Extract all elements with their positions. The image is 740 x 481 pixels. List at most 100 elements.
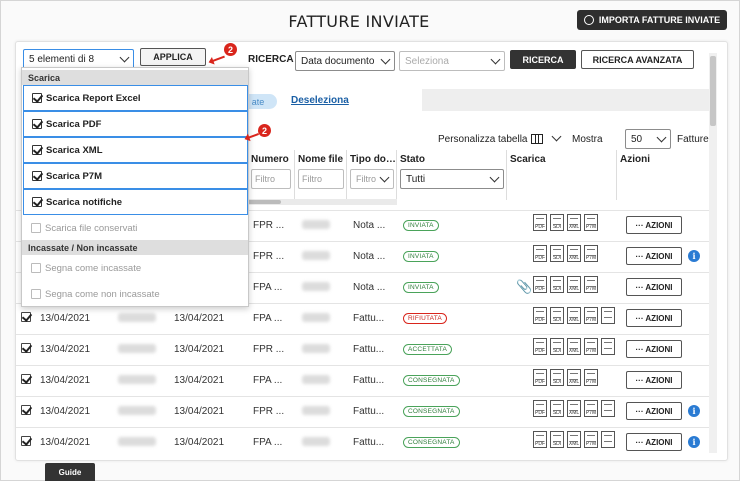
actions-button[interactable]: ··· AZIONI: [626, 278, 682, 296]
table-row[interactable]: 13/04/2021 13/04/2021 FPA ... Fattu... CONSE…: [16, 427, 709, 458]
download-pdf-icon[interactable]: PDF: [533, 307, 547, 324]
actions-button[interactable]: ··· AZIONI: [626, 309, 682, 327]
row-checkbox[interactable]: [21, 405, 31, 415]
columns-toggle[interactable]: [527, 129, 565, 149]
column-header-stato[interactable]: Stato: [400, 154, 425, 165]
notification-icon[interactable]: [601, 307, 615, 324]
info-icon[interactable]: i: [688, 436, 700, 448]
download-sdi-icon[interactable]: SDI: [550, 307, 564, 324]
dropdown-item-download[interactable]: Scarica P7M: [23, 163, 248, 189]
redacted-filename: [302, 406, 330, 415]
page-size-select[interactable]: 50: [625, 129, 671, 149]
filter-tipo-doc[interactable]: Filtro: [350, 169, 394, 189]
filter-numero[interactable]: Filtro: [251, 169, 291, 189]
table-row[interactable]: 13/04/2021 13/04/2021 FPR ... Fattu... CONSE…: [16, 396, 709, 427]
download-xml-icon[interactable]: XML: [567, 276, 581, 293]
redacted-filename: [302, 437, 330, 446]
download-xml-icon[interactable]: XML: [567, 245, 581, 262]
date-type-select[interactable]: Data documento: [295, 51, 395, 71]
download-p7m-icon[interactable]: P7M: [584, 276, 598, 293]
download-xml-icon[interactable]: XML: [567, 307, 581, 324]
table-row[interactable]: 13/04/2021 13/04/2021 FPR ... Fattu... ACCET…: [16, 334, 709, 365]
download-pdf-icon[interactable]: PDF: [533, 276, 547, 293]
download-pdf-icon[interactable]: PDF: [533, 214, 547, 231]
download-p7m-icon[interactable]: P7M: [584, 338, 598, 355]
bulk-action-dropdown: Scarica Scarica Report Excel Scarica PDF S…: [21, 67, 249, 307]
status-badge: ACCETTATA: [403, 344, 452, 355]
import-invoices-button[interactable]: IMPORTA FATTURE INVIATE: [577, 10, 727, 30]
dropdown-item-download[interactable]: Scarica notifiche: [23, 189, 248, 215]
actions-button[interactable]: ··· AZIONI: [626, 371, 682, 389]
advanced-search-button[interactable]: RICERCA AVANZATA: [581, 50, 694, 69]
download-p7m-icon[interactable]: P7M: [584, 369, 598, 386]
download-xml-icon[interactable]: XML: [567, 338, 581, 355]
download-pdf-icon[interactable]: PDF: [533, 431, 547, 448]
row-checkbox[interactable]: [21, 343, 31, 353]
chevron-down-icon: [490, 54, 501, 65]
download-sdi-icon[interactable]: SDI: [550, 431, 564, 448]
checkbox-checked-icon: [32, 197, 42, 207]
actions-button[interactable]: ··· AZIONI: [626, 216, 682, 234]
download-p7m-icon[interactable]: P7M: [584, 307, 598, 324]
actions-button[interactable]: ··· AZIONI: [626, 340, 682, 358]
info-icon[interactable]: i: [688, 405, 700, 417]
actions-button[interactable]: ··· AZIONI: [626, 402, 682, 420]
search-button[interactable]: RICERCA: [510, 50, 576, 69]
attachment-icon[interactable]: 📎: [516, 279, 532, 295]
download-pdf-icon[interactable]: PDF: [533, 400, 547, 417]
row-checkbox[interactable]: [21, 374, 31, 384]
chevron-down-icon: [380, 54, 391, 65]
guide-tab[interactable]: Guide: [45, 463, 95, 481]
dropdown-item-download[interactable]: Scarica XML: [23, 137, 248, 163]
row-tipo-doc: Nota ...: [353, 220, 386, 231]
row-date-2: 13/04/2021: [174, 437, 225, 448]
download-sdi-icon[interactable]: SDI: [550, 214, 564, 231]
download-xml-icon[interactable]: XML: [567, 400, 581, 417]
actions-button[interactable]: ··· AZIONI: [626, 433, 682, 451]
column-header-tipo-doc[interactable]: Tipo do…: [350, 154, 396, 165]
row-numero: FPR ...: [253, 406, 285, 417]
download-xml-icon[interactable]: XML: [567, 369, 581, 386]
filter-nome-file[interactable]: Filtro: [298, 169, 344, 189]
download-pdf-icon[interactable]: PDF: [533, 369, 547, 386]
info-icon[interactable]: i: [688, 250, 700, 262]
bulk-action-select[interactable]: 5 elementi di 8: [23, 49, 134, 69]
table-row[interactable]: 13/04/2021 13/04/2021 FPA ... Fattu... RIFIU…: [16, 303, 709, 334]
download-sdi-icon[interactable]: SDI: [550, 245, 564, 262]
notification-icon[interactable]: [601, 400, 615, 417]
dropdown-item-label: Scarica PDF: [46, 118, 102, 130]
row-checkbox[interactable]: [21, 436, 31, 446]
row-checkbox[interactable]: [21, 312, 31, 322]
download-p7m-icon[interactable]: P7M: [584, 245, 598, 262]
download-sdi-icon[interactable]: SDI: [550, 369, 564, 386]
date-range-select[interactable]: Seleziona: [399, 51, 505, 71]
table-row[interactable]: 13/04/2021 13/04/2021 FPA ... Fattu... CONSE…: [16, 365, 709, 396]
column-header-nome-file[interactable]: Nome file: [298, 154, 343, 165]
download-xml-icon[interactable]: XML: [567, 431, 581, 448]
download-xml-icon[interactable]: XML: [567, 214, 581, 231]
column-header-numero[interactable]: Numero: [251, 154, 289, 165]
deselect-link[interactable]: Deseleziona: [291, 95, 349, 106]
actions-button[interactable]: ··· AZIONI: [626, 247, 682, 265]
filter-stato[interactable]: Tutti: [400, 169, 504, 189]
vertical-scrollbar-thumb[interactable]: [710, 56, 716, 126]
download-sdi-icon[interactable]: SDI: [550, 338, 564, 355]
apply-button[interactable]: APPLICA: [140, 48, 206, 66]
notification-icon[interactable]: [601, 338, 615, 355]
dropdown-item-mark-unpaid: Segna come non incassate: [23, 283, 248, 305]
dropdown-item-download[interactable]: Scarica PDF: [23, 111, 248, 137]
row-date-2: 13/04/2021: [174, 375, 225, 386]
download-p7m-icon[interactable]: P7M: [584, 431, 598, 448]
notification-icon[interactable]: [601, 431, 615, 448]
customize-table-label: Personalizza tabella: [438, 134, 528, 145]
download-p7m-icon[interactable]: P7M: [584, 214, 598, 231]
dropdown-item-download[interactable]: Scarica Report Excel: [23, 85, 248, 111]
download-pdf-icon[interactable]: PDF: [533, 338, 547, 355]
download-p7m-icon[interactable]: P7M: [584, 400, 598, 417]
redacted-value: [118, 344, 156, 353]
column-divider: [506, 150, 507, 200]
download-sdi-icon[interactable]: SDI: [550, 400, 564, 417]
download-sdi-icon[interactable]: SDI: [550, 276, 564, 293]
download-pdf-icon[interactable]: PDF: [533, 245, 547, 262]
row-tipo-doc: Fattu...: [353, 344, 385, 355]
